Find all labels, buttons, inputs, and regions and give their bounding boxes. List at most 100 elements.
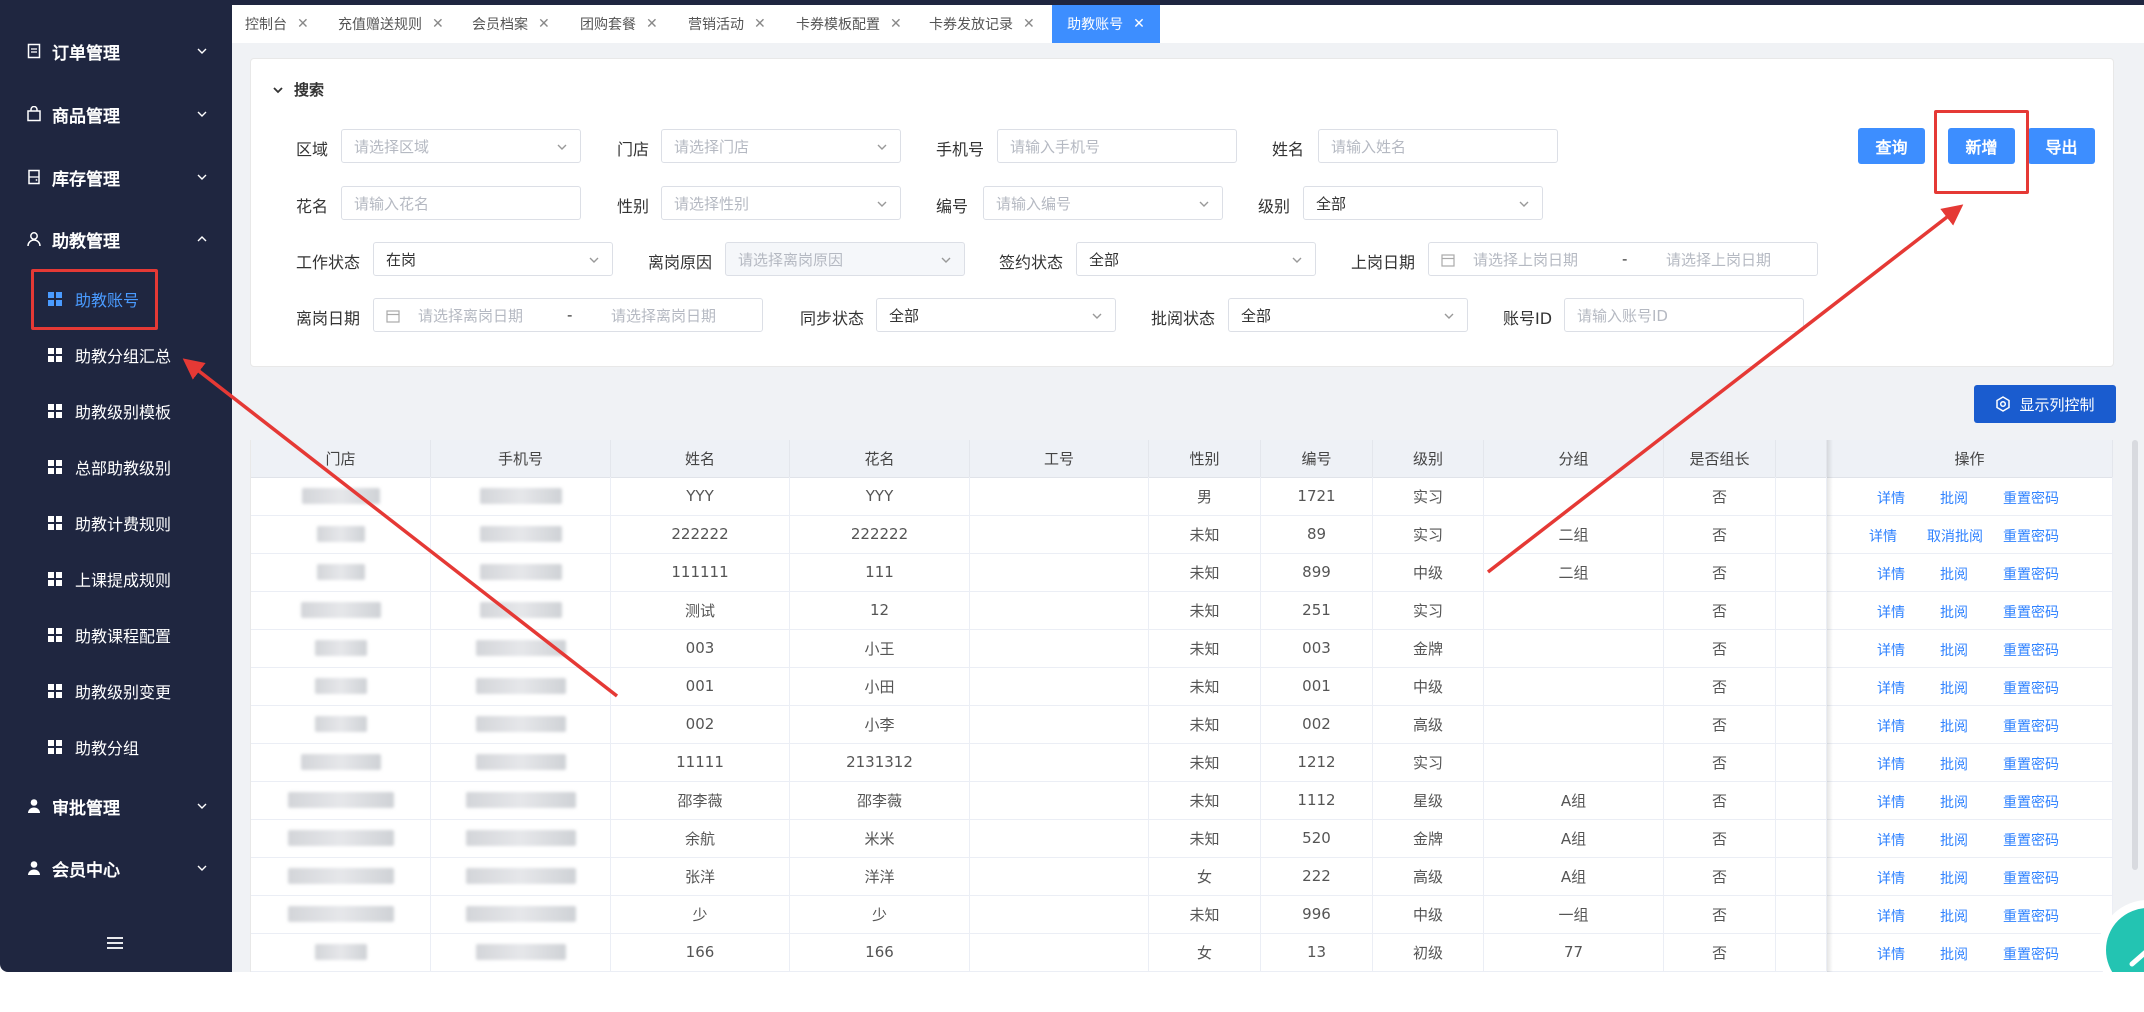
phone-input[interactable]: 请输入手机号 xyxy=(997,129,1237,163)
area-select[interactable]: 请选择区域 xyxy=(341,129,581,163)
review-link[interactable]: 批阅 xyxy=(1940,678,1968,698)
reset-password-link[interactable]: 重置密码 xyxy=(2003,564,2059,584)
close-icon[interactable]: ✕ xyxy=(297,16,309,32)
code-select[interactable]: 请输入编号 xyxy=(983,186,1223,220)
menu-collapse-icon[interactable] xyxy=(106,936,124,950)
name-input[interactable]: 请输入姓名 xyxy=(1318,129,1558,163)
tab-coupon-issue-records[interactable]: 卡券发放记录 ✕ xyxy=(929,5,1035,43)
detail-link[interactable]: 详情 xyxy=(1869,526,1897,546)
detail-link[interactable]: 详情 xyxy=(1877,792,1905,812)
close-icon[interactable]: ✕ xyxy=(1023,16,1035,32)
detail-link[interactable]: 详情 xyxy=(1877,754,1905,774)
column-control-button[interactable]: 显示列控制 xyxy=(1974,385,2116,423)
leave-date-range[interactable]: 请选择离岗日期 - 请选择离岗日期 xyxy=(373,298,763,332)
tab-dashboard[interactable]: 控制台 ✕ xyxy=(245,5,309,43)
sidebar-item-coach-level-template[interactable]: 助教级别模板 xyxy=(30,391,230,431)
review-link[interactable]: 批阅 xyxy=(1940,792,1968,812)
work-status-select[interactable]: 在岗 xyxy=(373,242,613,276)
detail-link[interactable]: 详情 xyxy=(1877,678,1905,698)
detail-link[interactable]: 详情 xyxy=(1877,868,1905,888)
review-link[interactable]: 批阅 xyxy=(1940,602,1968,622)
account-id-input[interactable]: 请输入账号ID xyxy=(1564,298,1804,332)
sidebar-item-label: 助教计费规则 xyxy=(75,515,172,534)
sidebar-item-coach-course-config[interactable]: 助教课程配置 xyxy=(30,615,230,655)
close-icon[interactable]: ✕ xyxy=(890,16,902,32)
reset-password-link[interactable]: 重置密码 xyxy=(2003,488,2059,508)
reset-password-link[interactable]: 重置密码 xyxy=(2003,792,2059,812)
close-icon[interactable]: ✕ xyxy=(538,16,550,32)
reset-password-link[interactable]: 重置密码 xyxy=(2003,754,2059,774)
review-link[interactable]: 批阅 xyxy=(1940,906,1968,926)
review-link[interactable]: 批阅 xyxy=(1940,944,1968,964)
close-icon[interactable]: ✕ xyxy=(754,16,766,32)
tab-coach-account[interactable]: 助教账号 ✕ xyxy=(1052,5,1160,43)
detail-link[interactable]: 详情 xyxy=(1877,906,1905,926)
leave-reason-select[interactable]: 请选择离岗原因 xyxy=(725,242,965,276)
sidebar-group-approvals[interactable]: 审批管理 xyxy=(0,786,232,826)
detail-link[interactable]: 详情 xyxy=(1877,830,1905,850)
tab-group-buy[interactable]: 团购套餐 ✕ xyxy=(580,5,658,43)
reset-password-link[interactable]: 重置密码 xyxy=(2003,640,2059,660)
sidebar-item-coach-level-change[interactable]: 助教级别变更 xyxy=(30,671,230,711)
sidebar-group-inventory[interactable]: 库存管理 xyxy=(0,157,232,197)
sidebar-item-coach-groups[interactable]: 助教分组 xyxy=(30,727,230,767)
sidebar-group-orders[interactable]: 订单管理 xyxy=(0,31,232,71)
gender-select[interactable]: 请选择性别 xyxy=(661,186,901,220)
tab-recharge-rules[interactable]: 充值赠送规则 ✕ xyxy=(338,5,444,43)
vertical-scrollbar[interactable] xyxy=(2132,440,2138,870)
review-status-select[interactable]: 全部 xyxy=(1228,298,1468,332)
reset-password-link[interactable]: 重置密码 xyxy=(2003,906,2059,926)
actions-cell: 详情 批阅 重置密码 xyxy=(1827,781,2113,819)
review-link[interactable]: 批阅 xyxy=(1940,564,1968,584)
tab-marketing[interactable]: 营销活动 ✕ xyxy=(688,5,766,43)
is-leader-cell: 否 xyxy=(1664,629,1776,667)
onboard-date-range[interactable]: 请选择上岗日期 - 请选择上岗日期 xyxy=(1428,242,1818,276)
tab-member-files[interactable]: 会员档案 ✕ xyxy=(472,5,550,43)
detail-link[interactable]: 详情 xyxy=(1877,640,1905,660)
export-button[interactable]: 导出 xyxy=(2028,128,2095,164)
reset-password-link[interactable]: 重置密码 xyxy=(2003,830,2059,850)
detail-link[interactable]: 详情 xyxy=(1877,944,1905,964)
review-link[interactable]: 批阅 xyxy=(1940,640,1968,660)
chevron-down-icon xyxy=(1092,313,1102,319)
reset-password-link[interactable]: 重置密码 xyxy=(2003,944,2059,964)
tab-coupon-template[interactable]: 卡券模板配置 ✕ xyxy=(796,5,902,43)
query-button[interactable]: 查询 xyxy=(1858,128,1925,164)
reset-password-link[interactable]: 重置密码 xyxy=(2003,678,2059,698)
close-icon[interactable]: ✕ xyxy=(432,16,444,32)
nickname-input[interactable]: 请输入花名 xyxy=(341,186,581,220)
sidebar-item-coach-group-summary[interactable]: 助教分组汇总 xyxy=(30,335,230,375)
review-link[interactable]: 批阅 xyxy=(1940,754,1968,774)
sidebar-item-commission-rules[interactable]: 上课提成规则 xyxy=(30,559,230,599)
reset-password-link[interactable]: 重置密码 xyxy=(2003,868,2059,888)
reset-password-link[interactable]: 重置密码 xyxy=(2003,526,2059,546)
review-link[interactable]: 批阅 xyxy=(1940,716,1968,736)
sidebar-group-coaches[interactable]: 助教管理 xyxy=(0,219,232,259)
sync-status-select[interactable]: 全部 xyxy=(876,298,1116,332)
detail-link[interactable]: 详情 xyxy=(1877,488,1905,508)
detail-link[interactable]: 详情 xyxy=(1877,564,1905,584)
store-select[interactable]: 请选择门店 xyxy=(661,129,901,163)
sidebar-group-products[interactable]: 商品管理 xyxy=(0,94,232,134)
close-icon[interactable]: ✕ xyxy=(1133,16,1145,32)
detail-link[interactable]: 详情 xyxy=(1877,716,1905,736)
search-section-toggle[interactable]: 搜索 xyxy=(272,79,324,100)
close-icon[interactable]: ✕ xyxy=(646,16,658,32)
review-link[interactable]: 批阅 xyxy=(1940,868,1968,888)
detail-link[interactable]: 详情 xyxy=(1877,602,1905,622)
review-link[interactable]: 批阅 xyxy=(1940,488,1968,508)
phone-cell xyxy=(431,705,611,743)
cancel-review-link[interactable]: 取消批阅 xyxy=(1927,526,1983,546)
sign-status-select[interactable]: 全部 xyxy=(1076,242,1316,276)
level-select[interactable]: 全部 xyxy=(1303,186,1543,220)
sidebar-item-hq-coach-level[interactable]: 总部助教级别 xyxy=(30,447,230,487)
reset-password-link[interactable]: 重置密码 xyxy=(2003,602,2059,622)
review-link[interactable]: 批阅 xyxy=(1940,830,1968,850)
level-cell: 金牌 xyxy=(1373,819,1484,857)
group-cell xyxy=(1484,743,1664,781)
sidebar-item-label: 助教分组汇总 xyxy=(75,347,172,366)
sidebar-group-members[interactable]: 会员中心 xyxy=(0,848,232,888)
gender-cell: 未知 xyxy=(1149,515,1261,553)
reset-password-link[interactable]: 重置密码 xyxy=(2003,716,2059,736)
sidebar-item-coach-billing-rules[interactable]: 助教计费规则 xyxy=(30,503,230,543)
